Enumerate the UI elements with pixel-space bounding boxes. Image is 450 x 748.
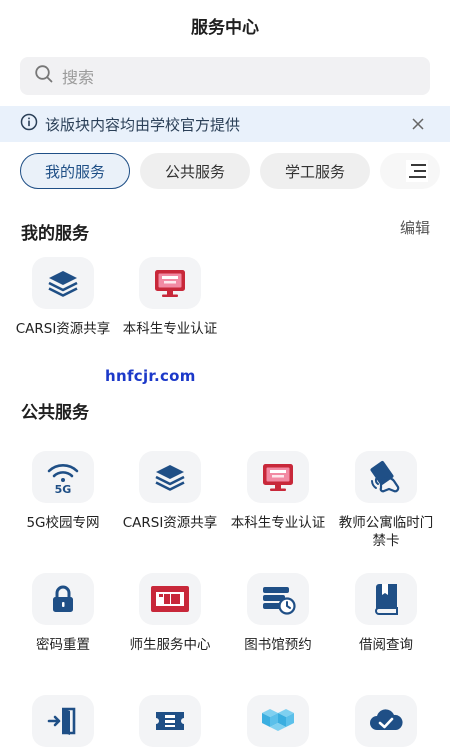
edit-button[interactable]: 编辑 [400, 217, 430, 238]
service-item-label: CARSI资源共享 [15, 321, 111, 337]
monitor-certificate-icon [139, 257, 201, 309]
service-item-service-center[interactable]: 师生服务中心 [120, 573, 220, 654]
service-item-label: 图书馆预约 [244, 637, 312, 653]
service-tabs: 我的服务 公共服务 学工服务 [20, 153, 450, 189]
service-item-5g[interactable]: 5G 5G校园专网 [13, 451, 113, 532]
search-icon [34, 64, 54, 88]
service-item-label: 本科生专业认证 [122, 321, 218, 337]
cubes-icon [247, 695, 309, 747]
service-item-library-booking[interactable]: 图书馆预约 [228, 573, 328, 654]
service-item-door-exit[interactable] [13, 695, 113, 748]
notice-text: 该版块内容均由学校官方提供 [45, 115, 241, 134]
close-icon[interactable] [408, 114, 428, 134]
layers-icon [32, 257, 94, 309]
service-item-cloud-check[interactable] [336, 695, 436, 748]
5g-wifi-icon: 5G [32, 451, 94, 503]
service-item-ticket[interactable] [120, 695, 220, 748]
menu-list-icon[interactable] [406, 160, 428, 182]
card-tap-icon [355, 451, 417, 503]
service-item-carsi[interactable]: CARSI资源共享 [13, 257, 113, 338]
search-input[interactable]: 搜索 [20, 57, 430, 95]
public-services-title: 公共服务 [21, 403, 89, 423]
door-exit-icon [32, 695, 94, 747]
lock-icon [32, 573, 94, 625]
service-item-borrow-query[interactable]: 借阅查询 [336, 573, 436, 654]
watermark-text: hnfcjr.com [105, 367, 196, 385]
service-item-label: 师生服务中心 [129, 637, 211, 653]
service-item-carsi[interactable]: CARSI资源共享 [120, 451, 220, 532]
service-item-label: 借阅查询 [359, 637, 413, 653]
cloud-check-icon [355, 695, 417, 747]
tab-student-affairs[interactable]: 学工服务 [260, 153, 370, 189]
page-title: 服务中心 [191, 17, 259, 38]
header: 服务中心 [0, 0, 450, 50]
service-item-label: 5G校园专网 [26, 515, 100, 531]
service-item-label: CARSI资源共享 [122, 515, 218, 531]
tab-public-services[interactable]: 公共服务 [140, 153, 250, 189]
svg-text:5G: 5G [55, 483, 72, 495]
service-item-cubes[interactable] [228, 695, 328, 748]
info-icon [20, 113, 38, 135]
my-services-title: 我的服务 [21, 224, 89, 244]
library-clock-icon [247, 573, 309, 625]
service-item-label: 密码重置 [36, 637, 90, 653]
layers-icon [139, 451, 201, 503]
service-item-teacher-apartment-card[interactable]: 教师公寓临时门禁卡 [336, 451, 436, 550]
service-item-label: 教师公寓临时门禁卡 [338, 515, 434, 549]
ticket-icon [139, 695, 201, 747]
service-item-undergrad-cert[interactable]: 本科生专业认证 [120, 257, 220, 338]
service-item-label: 本科生专业认证 [230, 515, 326, 531]
service-item-password-reset[interactable]: 密码重置 [13, 573, 113, 654]
service-item-undergrad-cert[interactable]: 本科生专业认证 [228, 451, 328, 532]
notice-bar: 该版块内容均由学校官方提供 [0, 106, 450, 142]
tab-my-services[interactable]: 我的服务 [20, 153, 130, 189]
search-placeholder: 搜索 [62, 68, 95, 87]
service-center-icon [139, 573, 201, 625]
monitor-certificate-icon [247, 451, 309, 503]
book-icon [355, 573, 417, 625]
